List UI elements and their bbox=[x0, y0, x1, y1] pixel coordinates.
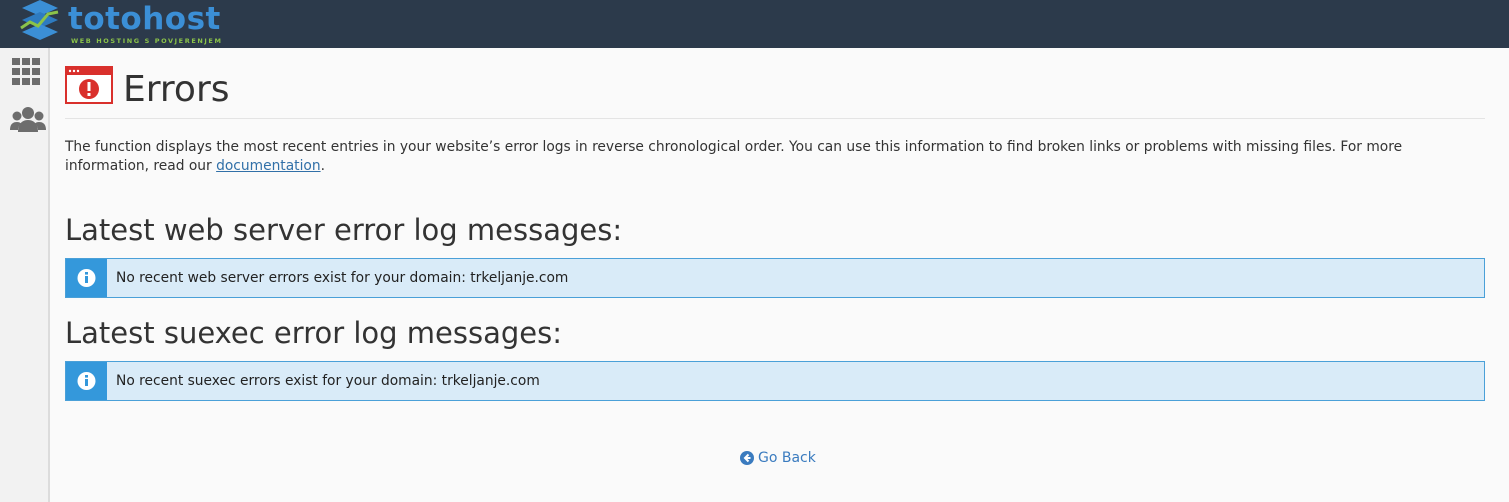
brand-name: totohost bbox=[68, 1, 221, 37]
alert-icon-box bbox=[66, 362, 107, 400]
top-bar: totohost WEB HOSTING S POVJERENJEM bbox=[0, 0, 1509, 48]
suexec-errors-heading: Latest suexec error log messages: bbox=[65, 316, 562, 350]
info-icon bbox=[77, 372, 96, 390]
info-icon bbox=[77, 269, 96, 287]
page-description: The function displays the most recent en… bbox=[65, 138, 1465, 176]
sidebar bbox=[0, 48, 50, 502]
brand-tagline: WEB HOSTING S POVJERENJEM bbox=[71, 37, 223, 45]
page-title: Errors bbox=[123, 69, 230, 110]
web-server-errors-heading: Latest web server error log messages: bbox=[65, 213, 623, 247]
arrow-circle-left-icon bbox=[740, 451, 754, 465]
logo-mark-icon bbox=[18, 0, 62, 46]
documentation-link[interactable]: documentation bbox=[216, 158, 321, 174]
users-icon[interactable] bbox=[10, 106, 46, 138]
suexec-errors-message: No recent suexec errors exist for your d… bbox=[116, 373, 540, 389]
brand-logo[interactable]: totohost WEB HOSTING S POVJERENJEM bbox=[18, 0, 223, 48]
page-header: Errors bbox=[65, 64, 1485, 119]
description-end: . bbox=[320, 158, 325, 174]
alert-icon-box bbox=[66, 259, 107, 297]
error-log-icon bbox=[65, 66, 113, 108]
web-server-errors-alert: No recent web server errors exist for yo… bbox=[65, 258, 1485, 298]
web-server-errors-message: No recent web server errors exist for yo… bbox=[116, 270, 569, 286]
grid-icon[interactable] bbox=[12, 58, 42, 90]
go-back-button[interactable]: Go Back bbox=[740, 450, 816, 466]
suexec-errors-alert: No recent suexec errors exist for your d… bbox=[65, 361, 1485, 401]
go-back-label: Go Back bbox=[758, 450, 816, 466]
